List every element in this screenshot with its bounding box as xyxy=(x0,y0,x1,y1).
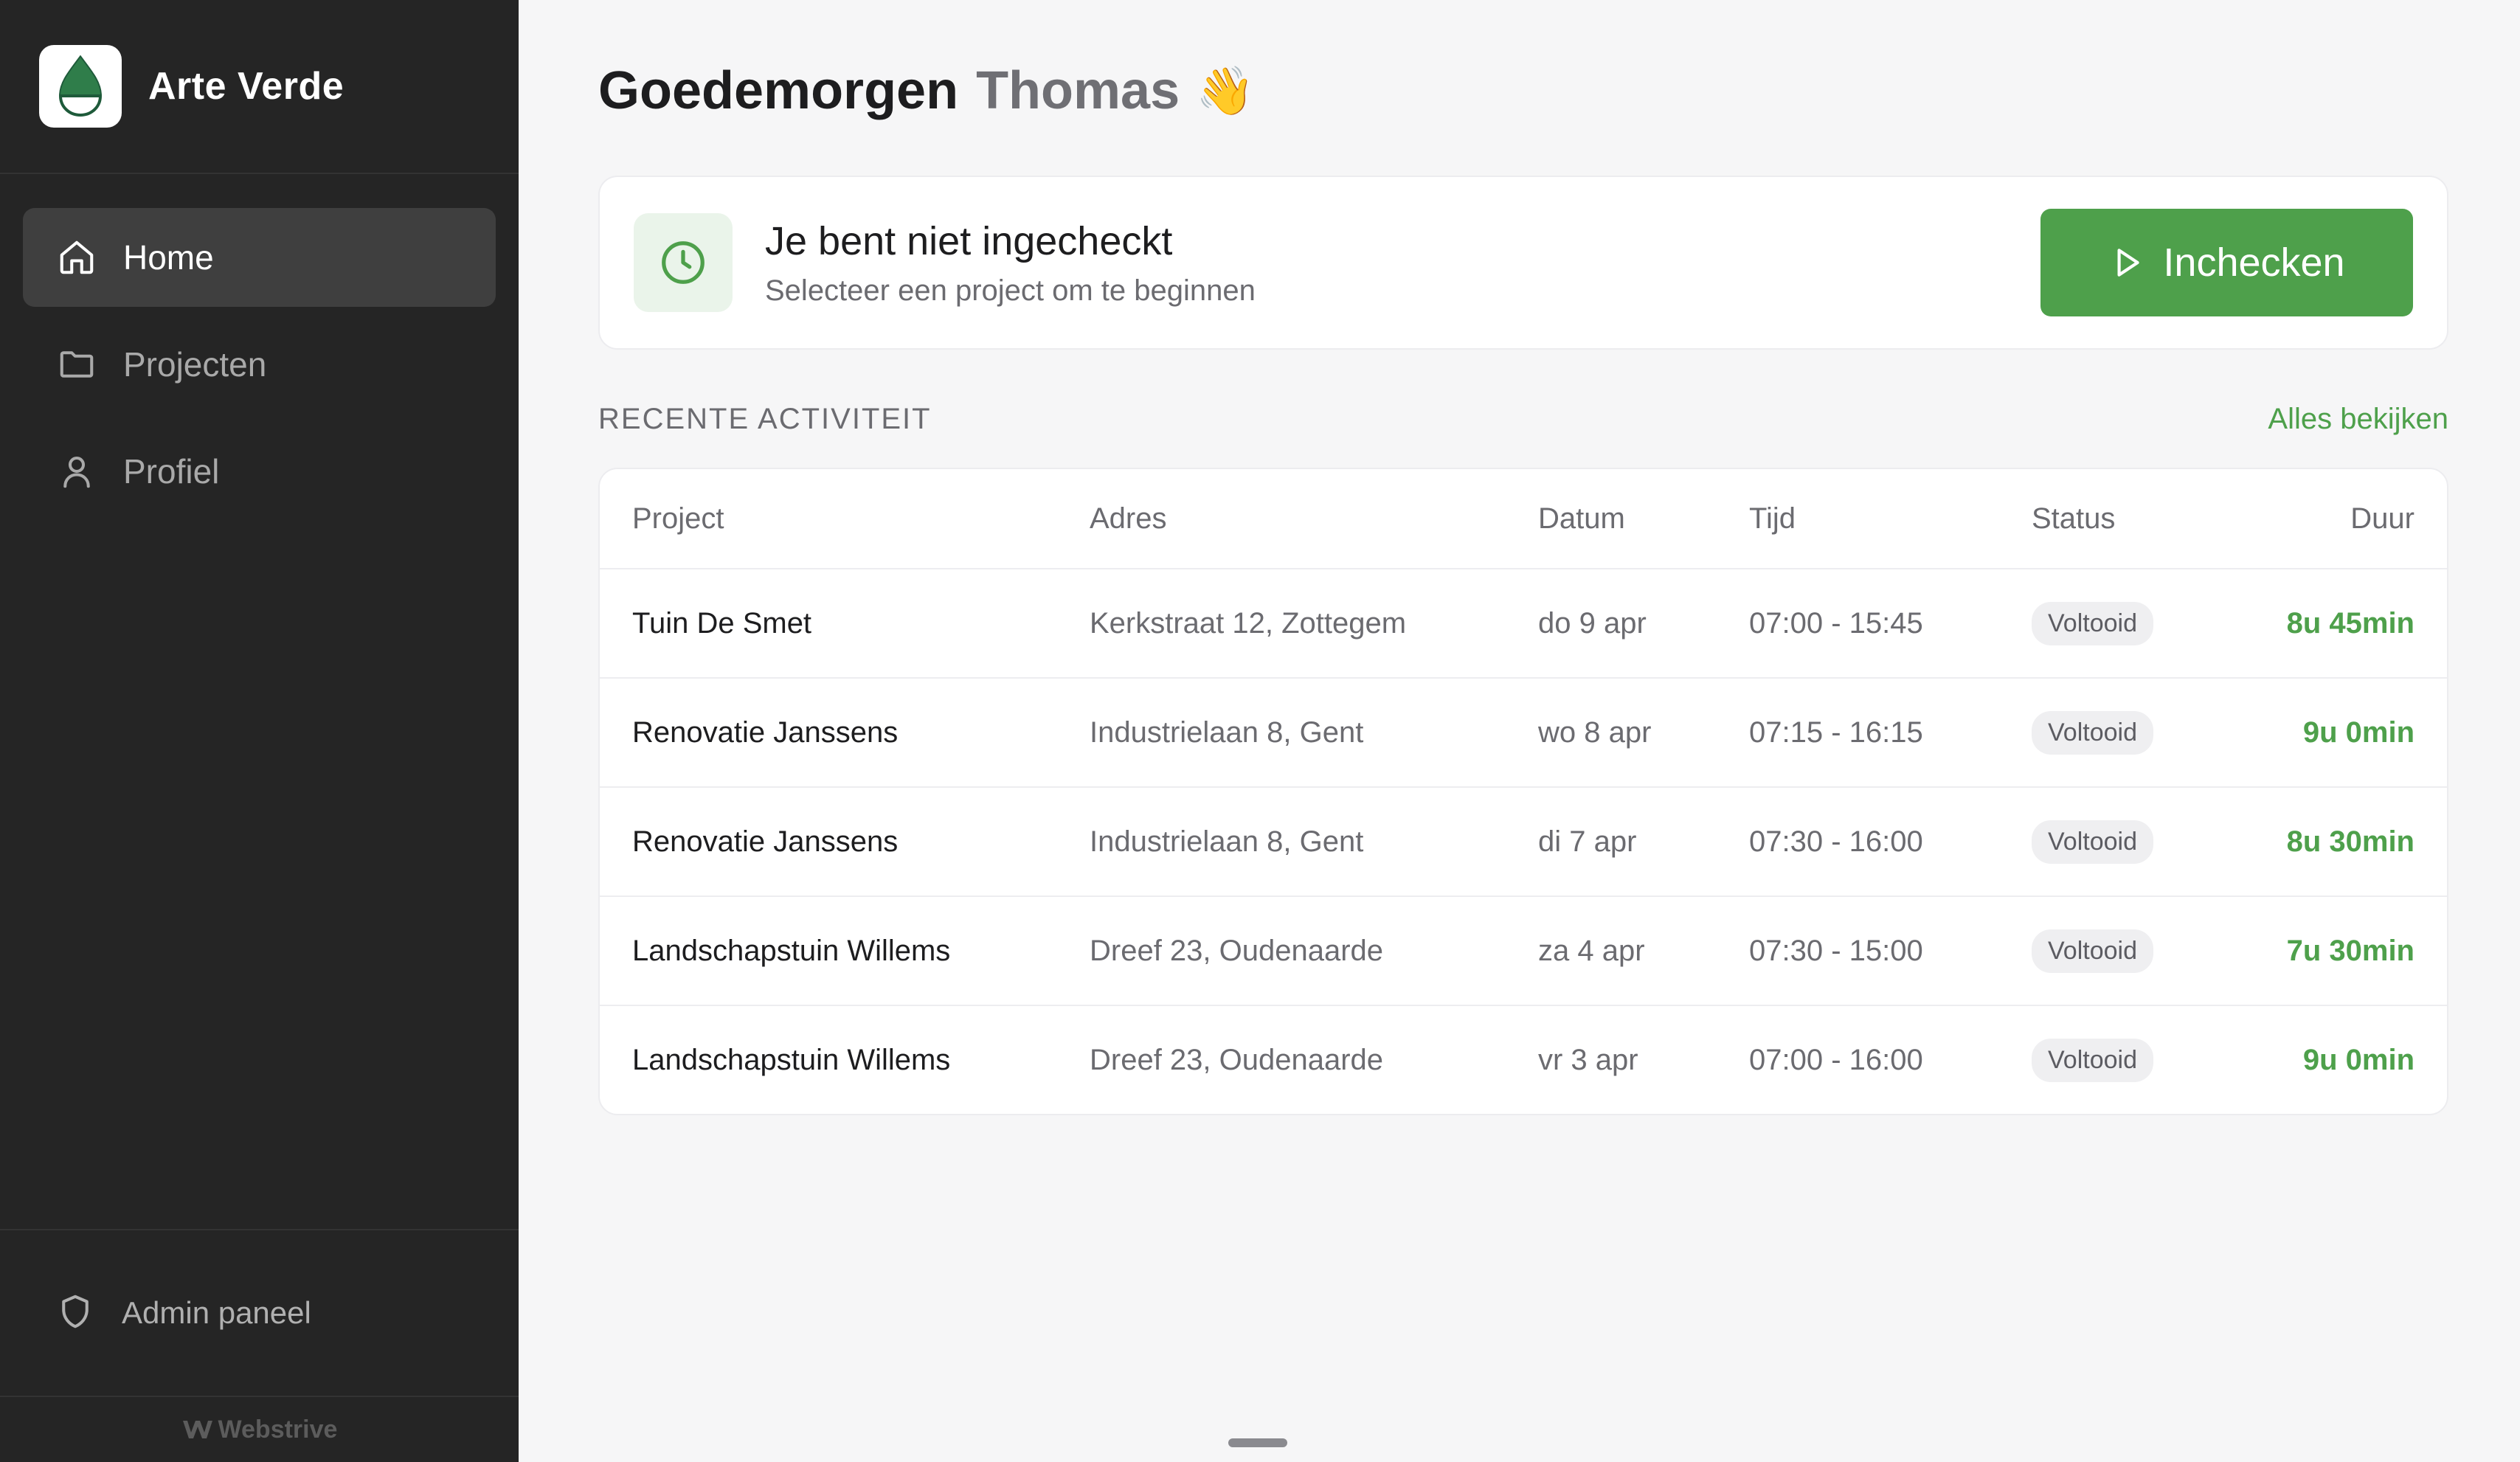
cell-status: Voltooid xyxy=(2032,820,2263,864)
checkin-title: Je bent niet ingecheckt xyxy=(765,218,1173,263)
cell-datum: vr 3 apr xyxy=(1538,1043,1638,1076)
play-icon xyxy=(2108,244,2145,281)
checkin-subtitle: Selecteer een project om te beginnen xyxy=(765,274,1256,307)
sidebar-item-label: Home xyxy=(123,238,214,277)
cell-tijd: 07:15 - 16:15 xyxy=(1749,716,1923,749)
webstrive-logo-icon xyxy=(181,1418,214,1441)
sidebar-item-home[interactable]: Home xyxy=(23,208,496,307)
section-title: RECENTE ACTIVITEIT xyxy=(598,403,932,435)
status-badge: Voltooid xyxy=(2032,929,2153,973)
cell-project: Landschapstuin Willems xyxy=(632,934,951,967)
folder-icon xyxy=(55,343,98,386)
sidebar: Arte Verde Home Projecten Profiel Admin … xyxy=(0,0,519,1462)
column-header-tijd: Tijd xyxy=(1749,502,1796,535)
cell-project: Renovatie Janssens xyxy=(632,825,899,858)
brand-logo xyxy=(39,45,122,128)
main-content: Goedemorgen Thomas 👋 Je bent niet ingech… xyxy=(519,0,2520,1462)
footer-text: Webstrive xyxy=(218,1415,338,1444)
cell-tijd: 07:30 - 15:00 xyxy=(1749,934,1923,967)
cell-adres: Dreef 23, Oudenaarde xyxy=(1090,1043,1384,1076)
column-header-project: Project xyxy=(632,502,724,535)
cell-status: Voltooid xyxy=(2032,929,2263,973)
cell-status: Voltooid xyxy=(2032,1038,2263,1082)
cell-project: Landschapstuin Willems xyxy=(632,1043,951,1076)
checkin-button[interactable]: Inchecken xyxy=(2040,209,2413,316)
status-badge: Voltooid xyxy=(2032,1038,2153,1082)
cell-duur: 8u 30min xyxy=(2286,825,2415,858)
sidebar-footer: Webstrive xyxy=(0,1396,519,1462)
user-icon xyxy=(55,450,98,493)
sidebar-nav: Home Projecten Profiel xyxy=(0,174,519,1229)
cell-project: Tuin De Smet xyxy=(632,606,812,640)
column-header-datum: Datum xyxy=(1538,502,1625,535)
checkin-text: Je bent niet ingecheckt Selecteer een pr… xyxy=(765,218,2040,308)
admin-panel-label: Admin paneel xyxy=(122,1295,311,1330)
sidebar-item-projecten[interactable]: Projecten xyxy=(23,315,496,414)
greeting-text: Goedemorgen xyxy=(598,61,959,120)
sidebar-item-profiel[interactable]: Profiel xyxy=(23,422,496,521)
cell-project: Renovatie Janssens xyxy=(632,716,899,749)
leaf-drop-icon xyxy=(58,55,103,117)
table-row[interactable]: Renovatie Janssens Industrielaan 8, Gent… xyxy=(600,677,2447,786)
checkin-button-label: Inchecken xyxy=(2163,240,2345,285)
cell-duur: 7u 30min xyxy=(2286,934,2415,967)
clock-icon xyxy=(662,241,705,284)
cell-datum: wo 8 apr xyxy=(1538,716,1652,749)
sidebar-item-label: Profiel xyxy=(123,452,220,491)
clock-icon-box xyxy=(634,213,733,312)
table-row[interactable]: Renovatie Janssens Industrielaan 8, Gent… xyxy=(600,786,2447,895)
waving-hand-icon: 👋 xyxy=(1196,63,1255,117)
table-row[interactable]: Tuin De Smet Kerkstraat 12, Zottegem do … xyxy=(600,568,2447,677)
cell-adres: Kerkstraat 12, Zottegem xyxy=(1090,606,1407,640)
cell-tijd: 07:30 - 16:00 xyxy=(1749,825,1923,858)
cell-duur: 9u 0min xyxy=(2302,716,2415,749)
cell-adres: Industrielaan 8, Gent xyxy=(1090,825,1364,858)
cell-adres: Dreef 23, Oudenaarde xyxy=(1090,934,1384,967)
status-badge: Voltooid xyxy=(2032,710,2153,755)
column-header-status: Status xyxy=(2032,502,2116,535)
table-row[interactable]: Landschapstuin Willems Dreef 23, Oudenaa… xyxy=(600,895,2447,1005)
cell-status: Voltooid xyxy=(2032,710,2263,755)
cell-duur: 9u 0min xyxy=(2302,1043,2415,1076)
cell-datum: di 7 apr xyxy=(1538,825,1637,858)
admin-panel-link[interactable]: Admin paneel xyxy=(0,1229,519,1396)
home-icon xyxy=(55,236,98,279)
cell-adres: Industrielaan 8, Gent xyxy=(1090,716,1364,749)
status-badge: Voltooid xyxy=(2032,820,2153,864)
app-root: Arte Verde Home Projecten Profiel Admin … xyxy=(0,0,2520,1462)
activity-table: Project Adres Datum Tijd Status Duur Tui… xyxy=(598,468,2448,1115)
sidebar-item-label: Projecten xyxy=(123,345,267,384)
cell-tijd: 07:00 - 16:00 xyxy=(1749,1043,1923,1076)
shield-icon xyxy=(55,1292,95,1335)
scroll-handle[interactable] xyxy=(1228,1438,1287,1447)
cell-tijd: 07:00 - 15:45 xyxy=(1749,606,1923,640)
page-title: Goedemorgen Thomas 👋 xyxy=(598,60,1255,121)
cell-status: Voltooid xyxy=(2032,601,2263,645)
brand: Arte Verde xyxy=(0,0,519,174)
status-badge: Voltooid xyxy=(2032,601,2153,645)
table-row[interactable]: Landschapstuin Willems Dreef 23, Oudenaa… xyxy=(600,1005,2447,1114)
column-header-adres: Adres xyxy=(1090,502,1167,535)
view-all-link[interactable]: Alles bekijken xyxy=(2268,403,2448,436)
cell-datum: do 9 apr xyxy=(1538,606,1647,640)
column-header-duur: Duur xyxy=(2350,502,2415,535)
brand-name: Arte Verde xyxy=(148,65,345,108)
activity-header: RECENTE ACTIVITEIT Alles bekijken xyxy=(598,403,2448,436)
greeting-name: Thomas xyxy=(976,61,1180,120)
checkin-card: Je bent niet ingecheckt Selecteer een pr… xyxy=(598,176,2448,350)
cell-datum: za 4 apr xyxy=(1538,934,1645,967)
cell-duur: 8u 45min xyxy=(2286,606,2415,640)
table-header-row: Project Adres Datum Tijd Status Duur xyxy=(600,469,2447,568)
